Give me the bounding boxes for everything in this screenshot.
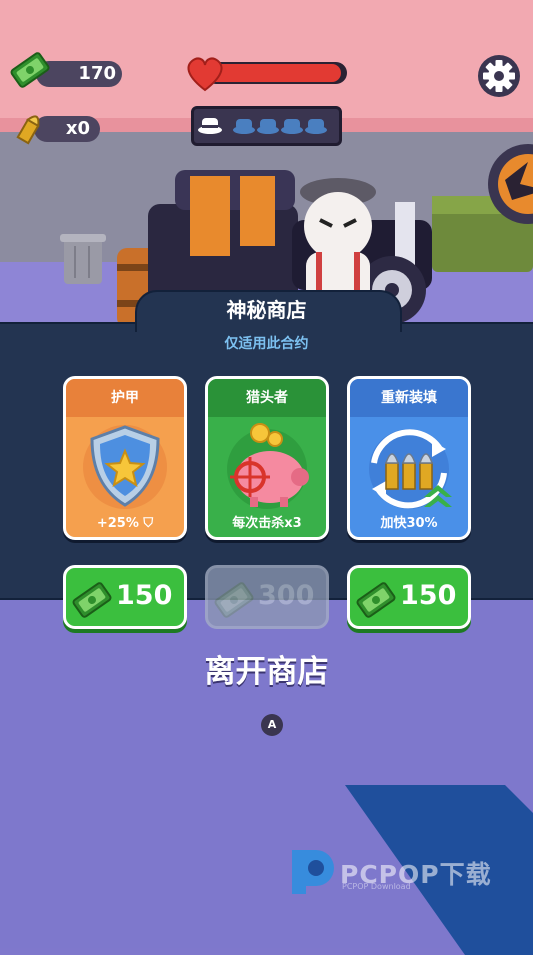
wanted-hats (198, 118, 327, 134)
card-effect: +25% ⛉ (66, 516, 184, 531)
price-label: 300 (258, 580, 315, 611)
piggy-bank-icon (227, 423, 309, 509)
card-header: 重新装填 (350, 379, 468, 417)
shop-card-armor[interactable]: 护甲 +25% ⛉ (63, 376, 187, 540)
cash-amount: 170 (78, 63, 116, 84)
buy-headhunter-button[interactable]: 300 (205, 565, 329, 629)
buy-reload-button[interactable]: 150 (347, 565, 471, 629)
wanted-slot-hat-icon (257, 119, 279, 134)
wanted-slot-hat-icon (233, 119, 255, 134)
trash-can-icon (60, 234, 106, 284)
health-bar-fill (207, 64, 341, 82)
cash-icon (214, 582, 254, 618)
card-header: 护甲 (66, 379, 184, 417)
price-label: 150 (116, 580, 173, 611)
ammo-amount: x0 (65, 118, 90, 139)
bullets-reload-icon (369, 429, 452, 509)
detective-hat-icon (198, 118, 222, 134)
card-header: 猎头者 (208, 379, 326, 417)
bullet-icon (16, 115, 40, 145)
cash-icon (10, 52, 50, 88)
card-effect: 每次击杀x3 (232, 516, 302, 531)
cash-icon (356, 582, 396, 618)
wanted-slot-hat-icon (281, 119, 303, 134)
price-label: 150 (400, 580, 457, 611)
shop-card-reload[interactable]: 重新装填 加快30% (347, 376, 471, 540)
shop-subtitle: 仅适用此合约 (224, 336, 309, 352)
shield-icon (83, 425, 167, 509)
shop-title: 神秘商店 (226, 298, 307, 322)
pcpop-logo-icon (292, 850, 334, 894)
leave-shop-button[interactable]: 离开商店 (0, 646, 533, 691)
card-effect: 加快30% (380, 516, 438, 531)
gear-icon[interactable] (476, 53, 522, 99)
buy-armor-button[interactable]: 150 (63, 565, 187, 629)
shop-card-headhunter[interactable]: 猎头者 每次击杀x3 (205, 376, 329, 540)
heart-icon (187, 57, 223, 92)
watermark-subtext: PCPOP Download (342, 882, 411, 891)
wanted-slot-hat-icon (305, 119, 327, 134)
cash-icon (72, 582, 112, 618)
card-effect-text: +25% (96, 516, 139, 531)
key-hint-badge: A (261, 714, 283, 736)
mini-shield-icon: ⛉ (143, 516, 154, 531)
